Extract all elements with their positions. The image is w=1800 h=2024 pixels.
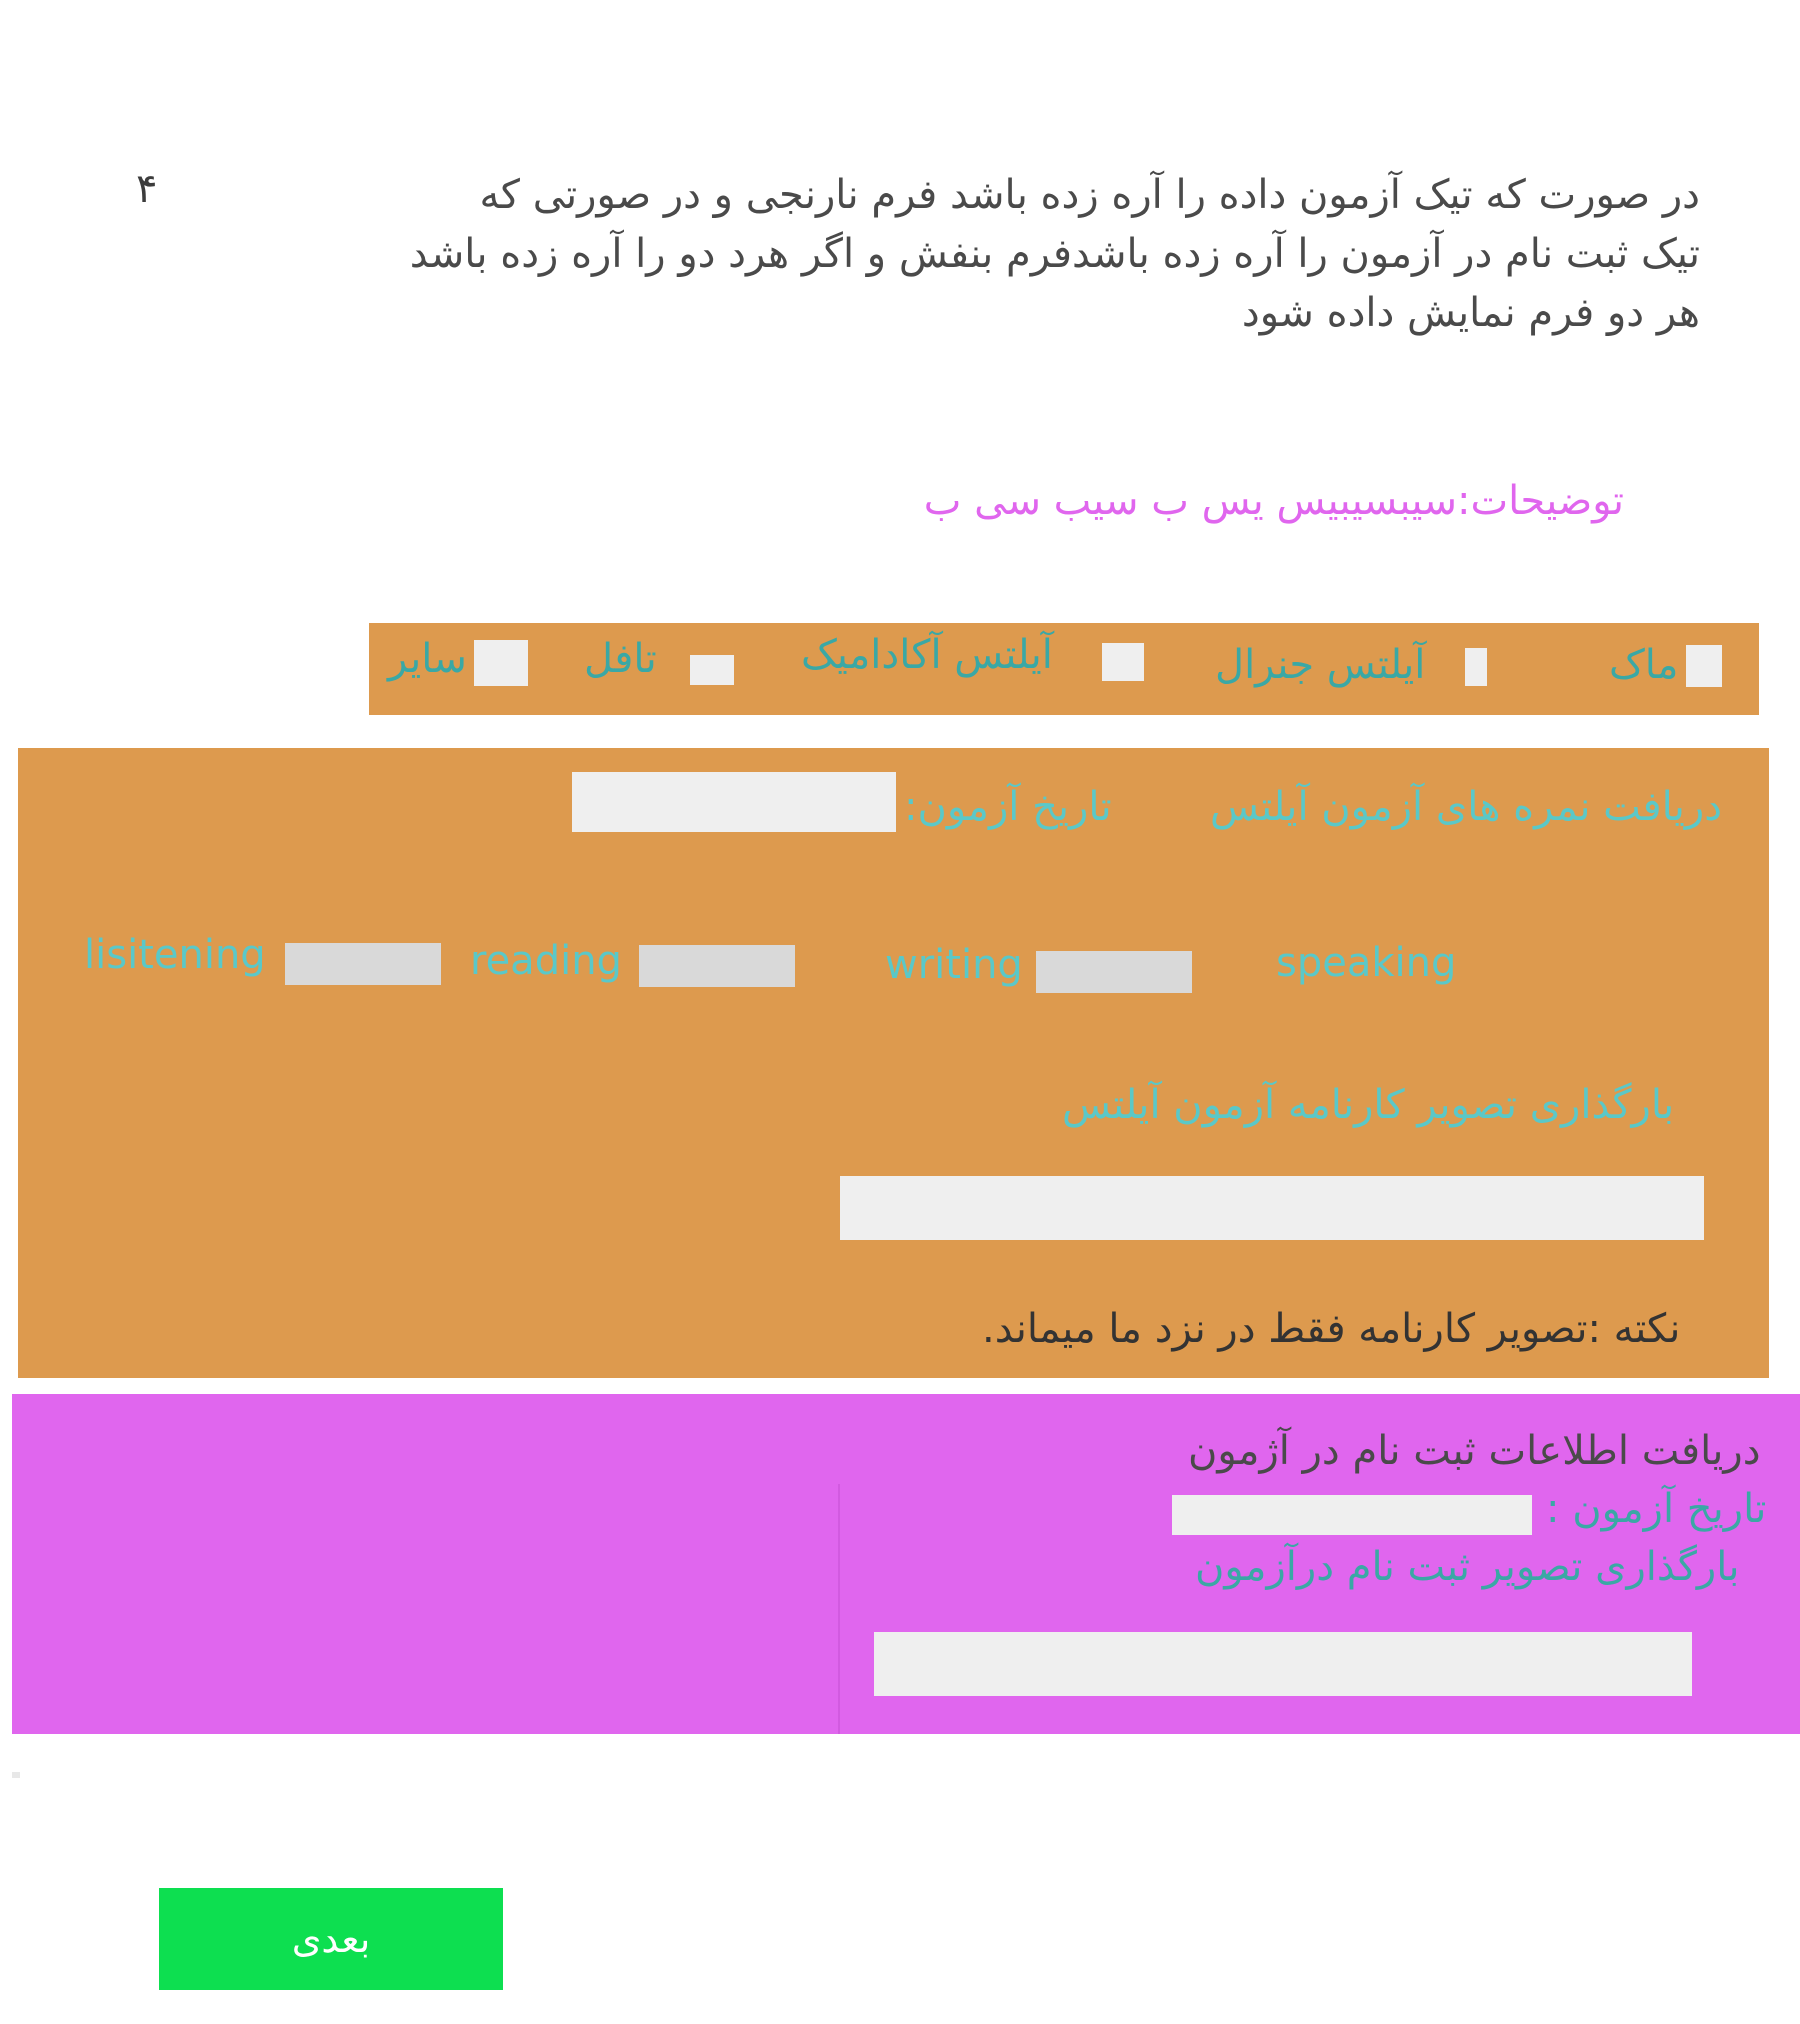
registration-exam-date-label: تاریخ آزمون :	[1546, 1486, 1767, 1532]
ielts-form-title: دریافت نمره های آزمون آیلتس	[1210, 784, 1723, 830]
description-text: توضیحات:سیبسیبیس یس ب سیب سی ب	[923, 478, 1624, 524]
page-number: ۴	[136, 166, 158, 212]
ielts-upload-field[interactable]	[840, 1176, 1704, 1240]
instructions-line-1: در صورت که تیک آزمون داده را آره زده باش…	[479, 172, 1700, 218]
registration-upload-field[interactable]	[874, 1632, 1692, 1696]
ielts-upload-label: بارگذاری تصویر کارنامه آزمون آیلتس	[1062, 1082, 1675, 1128]
exam-type-label-other: سایر	[388, 636, 467, 682]
registration-upload-label: بارگذاری تصویر ثبت نام درآزمون	[1195, 1544, 1740, 1590]
instructions-line-3: هر دو فرم نمایش داده شود	[1241, 290, 1700, 336]
ielts-scores-panel	[18, 748, 1769, 1378]
reading-label: reading	[470, 938, 622, 984]
listening-label: lisitening	[84, 932, 266, 978]
writing-score-input[interactable]	[1036, 951, 1192, 993]
exam-type-label-toefl: تافل	[584, 636, 657, 682]
instructions-text: در صورت که تیک آزمون داده را آره زده باش…	[300, 166, 1700, 343]
checkbox-toefl[interactable]	[690, 655, 734, 685]
ielts-exam-date-label: تاریخ آزمون:	[904, 784, 1112, 830]
checkbox-mock[interactable]	[1686, 645, 1722, 687]
next-button[interactable]: بعدی	[159, 1888, 503, 1990]
ielts-note: نکته :تصویر کارنامه فقط در نزد ما میماند…	[982, 1306, 1681, 1352]
listening-score-input[interactable]	[285, 943, 441, 985]
exam-type-bar	[369, 623, 1759, 715]
divider-mark	[12, 1772, 20, 1778]
checkbox-ielts-general[interactable]	[1465, 648, 1487, 686]
reading-score-input[interactable]	[639, 945, 795, 987]
instructions-line-2: تیک ثبت نام در آزمون را آره زده باشدفرم …	[409, 231, 1700, 277]
ielts-exam-date-input[interactable]	[572, 772, 896, 832]
registration-form-title: دریافت اطلاعات ثبت نام در آژمون	[1188, 1428, 1761, 1474]
checkbox-other[interactable]	[474, 640, 528, 686]
exam-type-label-ielts-general: آیلتس جنرال	[1215, 642, 1426, 688]
exam-type-label-ielts-academic: آیلتس آکادامیک	[801, 632, 1053, 678]
writing-label: writing	[885, 942, 1023, 988]
speaking-label: speaking	[1276, 940, 1457, 986]
registration-exam-date-input[interactable]	[1172, 1495, 1532, 1535]
checkbox-ielts-academic[interactable]	[1102, 643, 1144, 681]
exam-type-label-mock: ماک	[1609, 642, 1679, 688]
